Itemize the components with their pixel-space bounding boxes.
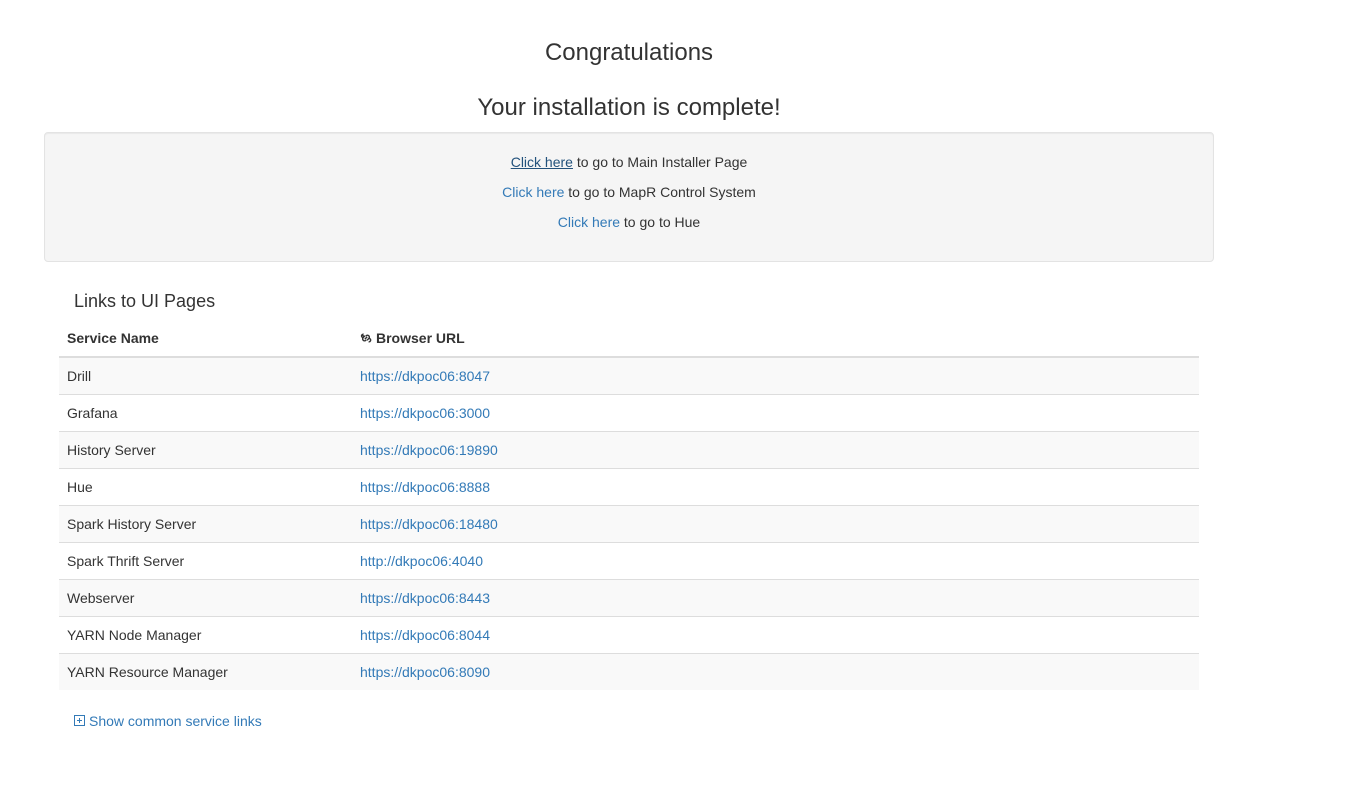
browser-url-cell: https://dkpoc06:8443 bbox=[352, 579, 1199, 617]
service-name-cell: YARN Resource Manager bbox=[59, 653, 352, 690]
table-header-row: Service Name Browser URL bbox=[59, 320, 1199, 358]
main-installer-link[interactable]: Click here bbox=[511, 154, 573, 170]
links-section-title: Links to UI Pages bbox=[74, 291, 216, 311]
service-name-cell: History Server bbox=[59, 431, 352, 469]
table-row: Webserver https://dkpoc06:8443 bbox=[59, 579, 1199, 617]
browser-url-cell: https://dkpoc06:8888 bbox=[352, 468, 1199, 506]
browser-url-cell: https://dkpoc06:3000 bbox=[352, 394, 1199, 432]
browser-url-cell: https://dkpoc06:8047 bbox=[352, 357, 1199, 395]
table-row: Spark Thrift Server http://dkpoc06:4040 bbox=[59, 542, 1199, 580]
column-header-service-name: Service Name bbox=[59, 320, 352, 358]
show-common-service-links-toggle[interactable]: Show common service links bbox=[74, 712, 262, 730]
congratulations-heading: Congratulations bbox=[544, 39, 714, 66]
plus-square-icon bbox=[74, 715, 85, 726]
mapr-control-system-text: to go to MapR Control System bbox=[564, 184, 756, 200]
link-icon bbox=[360, 333, 372, 343]
browser-url-link[interactable]: https://dkpoc06:8047 bbox=[360, 368, 490, 384]
browser-url-cell: https://dkpoc06:18480 bbox=[352, 505, 1199, 543]
service-name-cell: YARN Node Manager bbox=[59, 616, 352, 654]
show-common-service-links-label: Show common service links bbox=[89, 713, 262, 729]
browser-url-link[interactable]: https://dkpoc06:18480 bbox=[360, 516, 498, 532]
column-header-browser-url-label: Browser URL bbox=[376, 330, 465, 346]
table-row: YARN Resource Manager https://dkpoc06:80… bbox=[59, 653, 1199, 690]
table-row: Grafana https://dkpoc06:3000 bbox=[59, 394, 1199, 432]
ui-links-table: Service Name Browser URL Drill https://d… bbox=[59, 320, 1199, 690]
service-name-cell: Drill bbox=[59, 357, 352, 395]
service-name-cell: Webserver bbox=[59, 579, 352, 617]
installation-complete-page: Congratulations Your installation is com… bbox=[0, 0, 1351, 805]
hue-line: Click here to go to Hue bbox=[45, 212, 1213, 232]
mapr-control-system-link[interactable]: Click here bbox=[502, 184, 564, 200]
browser-url-link[interactable]: https://dkpoc06:8044 bbox=[360, 627, 490, 643]
browser-url-cell: https://dkpoc06:8044 bbox=[352, 616, 1199, 654]
installation-complete-heading: Your installation is complete! bbox=[477, 94, 781, 121]
browser-url-cell: https://dkpoc06:19890 bbox=[352, 431, 1199, 469]
table-row: Drill https://dkpoc06:8047 bbox=[59, 357, 1199, 395]
browser-url-link[interactable]: https://dkpoc06:8443 bbox=[360, 590, 490, 606]
service-name-cell: Grafana bbox=[59, 394, 352, 432]
main-installer-text: to go to Main Installer Page bbox=[572, 154, 748, 170]
browser-url-link[interactable]: http://dkpoc06:4040 bbox=[360, 553, 483, 569]
column-header-browser-url: Browser URL bbox=[352, 320, 1199, 358]
table-row: YARN Node Manager https://dkpoc06:8044 bbox=[59, 616, 1199, 654]
mapr-control-system-line: Click here to go to MapR Control System bbox=[45, 182, 1213, 202]
hue-text: to go to Hue bbox=[620, 214, 701, 230]
main-installer-line: Click here to go to Main Installer Page bbox=[45, 152, 1213, 172]
hue-link[interactable]: Click here bbox=[558, 214, 620, 230]
service-name-cell: Spark Thrift Server bbox=[59, 542, 352, 580]
service-name-cell: Spark History Server bbox=[59, 505, 352, 543]
quick-links-panel: Click here to go to Main Installer Page … bbox=[44, 132, 1214, 262]
browser-url-link[interactable]: https://dkpoc06:8888 bbox=[360, 479, 490, 495]
browser-url-cell: http://dkpoc06:4040 bbox=[352, 542, 1199, 580]
browser-url-link[interactable]: https://dkpoc06:19890 bbox=[360, 442, 498, 458]
table-body: Drill https://dkpoc06:8047 Grafana https… bbox=[59, 357, 1199, 690]
table-row: Spark History Server https://dkpoc06:184… bbox=[59, 505, 1199, 543]
browser-url-link[interactable]: https://dkpoc06:8090 bbox=[360, 664, 490, 680]
table-row: History Server https://dkpoc06:19890 bbox=[59, 431, 1199, 469]
table-row: Hue https://dkpoc06:8888 bbox=[59, 468, 1199, 506]
column-header-service-name-label: Service Name bbox=[67, 330, 159, 346]
browser-url-cell: https://dkpoc06:8090 bbox=[352, 653, 1199, 690]
service-name-cell: Hue bbox=[59, 468, 352, 506]
browser-url-link[interactable]: https://dkpoc06:3000 bbox=[360, 405, 490, 421]
